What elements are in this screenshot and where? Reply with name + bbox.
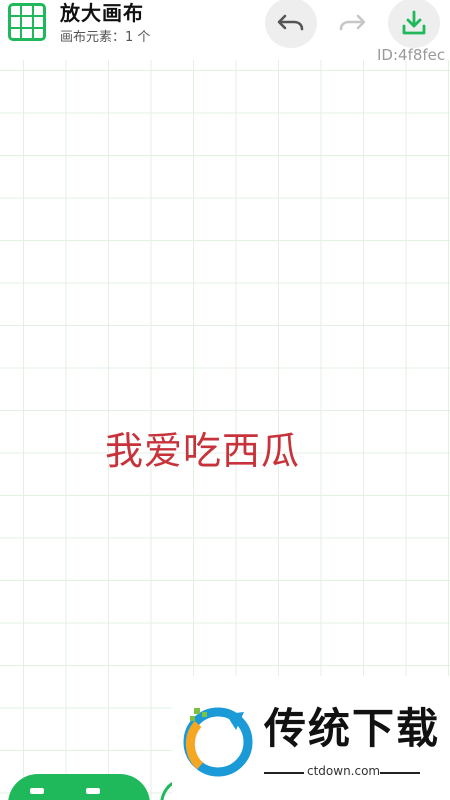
- download-icon: [402, 10, 426, 35]
- redo-icon: [339, 14, 366, 31]
- brand-logo-icon: [183, 707, 253, 777]
- grid-icon[interactable]: [8, 3, 46, 41]
- watermark-brand-text: 传统下载: [264, 704, 441, 753]
- page-title: 放大画布: [60, 1, 144, 25]
- top-bar: 放大画布 画布元素：1 个 ID:4f8fec: [0, 0, 450, 64]
- canvas-text-element[interactable]: 我爱吃西瓜: [105, 420, 300, 475]
- watermark-domain: ctdown.com: [307, 764, 381, 778]
- canvas-id-label: ID:4f8fec: [377, 46, 446, 64]
- download-button[interactable]: [388, 0, 440, 48]
- undo-icon: [277, 14, 304, 31]
- watermark: 传统下载 ctdown.com: [172, 676, 450, 800]
- toolbar-button[interactable]: [8, 774, 150, 800]
- undo-button[interactable]: [265, 0, 317, 48]
- redo-button[interactable]: [326, 0, 378, 48]
- element-count-label: 画布元素：1 个: [60, 30, 151, 45]
